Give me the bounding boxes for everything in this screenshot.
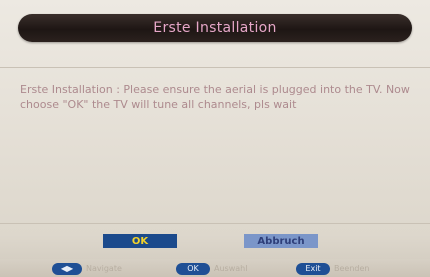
key-hint-bar: ◀▶ Navigate OK Auswahl Exit Beenden — [0, 259, 430, 277]
hint-navigate-label: Navigate — [86, 264, 122, 273]
abort-button[interactable]: Abbruch — [244, 234, 318, 248]
dialog-title: Erste Installation — [153, 20, 277, 36]
hint-exit: Exit Beenden — [296, 262, 369, 275]
first-installation-dialog: Erste Installation Erste Installation : … — [0, 0, 430, 277]
dialog-message: Erste Installation : Please ensure the a… — [20, 83, 410, 111]
hint-select: OK Auswahl — [176, 262, 247, 275]
left-right-arrows-icon: ◀▶ — [52, 262, 82, 275]
divider-bottom — [0, 223, 430, 224]
hint-exit-label: Beenden — [334, 264, 370, 273]
hint-select-label: Auswahl — [214, 264, 248, 273]
ok-key-icon: OK — [176, 262, 210, 275]
dialog-title-bar: Erste Installation — [18, 14, 412, 42]
divider-top — [0, 67, 430, 68]
hint-navigate: ◀▶ Navigate — [52, 262, 122, 275]
exit-key-icon: Exit — [296, 262, 330, 275]
ok-button[interactable]: OK — [103, 234, 177, 248]
